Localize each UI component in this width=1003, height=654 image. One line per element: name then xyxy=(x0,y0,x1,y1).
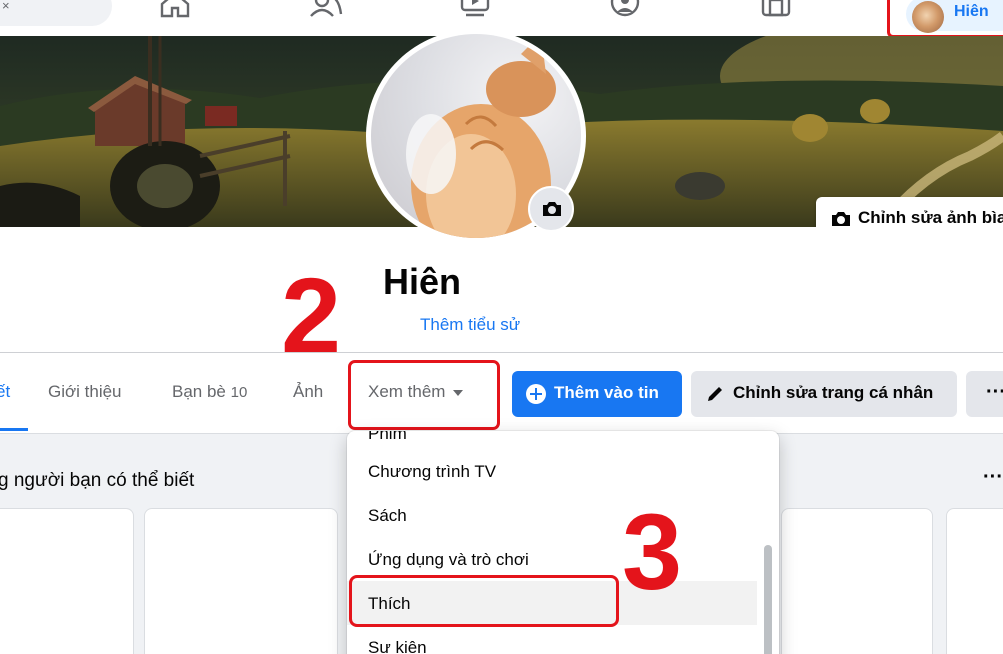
menu-item-label: Sách xyxy=(368,506,407,525)
menu-item-events[interactable]: Sự kiện xyxy=(347,625,757,654)
suggestion-card[interactable] xyxy=(0,508,134,654)
top-navigation-bar: × Hiên xyxy=(0,0,1003,38)
close-icon[interactable]: × xyxy=(2,0,10,13)
edit-cover-label: Chỉnh sửa ảnh bìa xyxy=(858,208,1003,227)
camera-icon xyxy=(832,212,850,226)
menu-item-tv-shows[interactable]: Chương trình TV xyxy=(347,449,757,493)
likes-highlight xyxy=(349,575,619,627)
profile-shortcut-button[interactable]: Hiên xyxy=(906,0,1003,33)
update-profile-picture-button[interactable] xyxy=(528,186,574,232)
edit-profile-label: Chỉnh sửa trang cá nhân xyxy=(733,383,934,402)
friends-icon[interactable] xyxy=(309,0,343,18)
tab-posts[interactable]: ết xyxy=(0,382,10,402)
page-title: Hiên xyxy=(383,261,462,302)
search-box[interactable]: × xyxy=(0,0,112,26)
gaming-icon[interactable] xyxy=(759,0,793,18)
pencil-icon xyxy=(708,387,722,401)
add-bio-link[interactable]: Thêm tiểu sử xyxy=(420,315,520,335)
camera-icon xyxy=(543,202,561,216)
more-icon: ··· xyxy=(986,381,1003,403)
step-2-annotation: 2 xyxy=(281,255,342,376)
caret-down-icon xyxy=(453,389,464,396)
tab-see-more[interactable]: Xem thêm xyxy=(368,382,464,402)
suggestions-more-icon[interactable]: ··· xyxy=(983,466,1003,489)
tab-friends[interactable]: Bạn bè 10 xyxy=(172,382,247,402)
profile-shortcut-highlight: Hiên xyxy=(887,0,1003,38)
suggestion-card[interactable] xyxy=(946,508,1003,654)
menu-item-label: Chương trình TV xyxy=(368,462,497,481)
menu-item-label: Phim xyxy=(368,431,407,443)
suggestion-card[interactable] xyxy=(144,508,338,654)
tab-about[interactable]: Giới thiệu xyxy=(48,382,122,402)
add-to-story-label: Thêm vào tin xyxy=(554,383,659,402)
scrollbar-thumb[interactable] xyxy=(764,545,772,654)
edit-profile-button[interactable]: Chỉnh sửa trang cá nhân xyxy=(691,371,957,417)
groups-icon[interactable] xyxy=(608,0,642,18)
profile-shortcut-name: Hiên xyxy=(954,3,989,20)
watch-icon[interactable] xyxy=(458,0,492,18)
tab-friends-label: Bạn bè xyxy=(172,382,226,401)
menu-item-label: Ứng dụng và trò chơi xyxy=(368,550,529,569)
active-tab-indicator xyxy=(0,428,28,431)
tab-photos[interactable]: Ảnh xyxy=(293,382,323,402)
menu-item-label: Sự kiện xyxy=(368,638,427,654)
plus-circle-icon xyxy=(526,384,546,404)
step-3-annotation: 3 xyxy=(622,491,683,612)
avatar xyxy=(912,1,944,33)
edit-cover-button[interactable]: Chỉnh sửa ảnh bìa xyxy=(816,197,1003,227)
divider xyxy=(0,352,1003,353)
tab-see-more-label: Xem thêm xyxy=(368,382,446,401)
suggestion-card[interactable] xyxy=(781,508,933,654)
people-you-may-know-title: g người bạn có thể biết xyxy=(0,470,195,491)
add-to-story-button[interactable]: Thêm vào tin xyxy=(512,371,682,417)
friends-count: 10 xyxy=(230,384,248,401)
menu-item-books[interactable]: Sách xyxy=(347,493,757,537)
more-options-button[interactable]: ··· xyxy=(966,371,1003,417)
home-icon[interactable] xyxy=(158,0,192,18)
